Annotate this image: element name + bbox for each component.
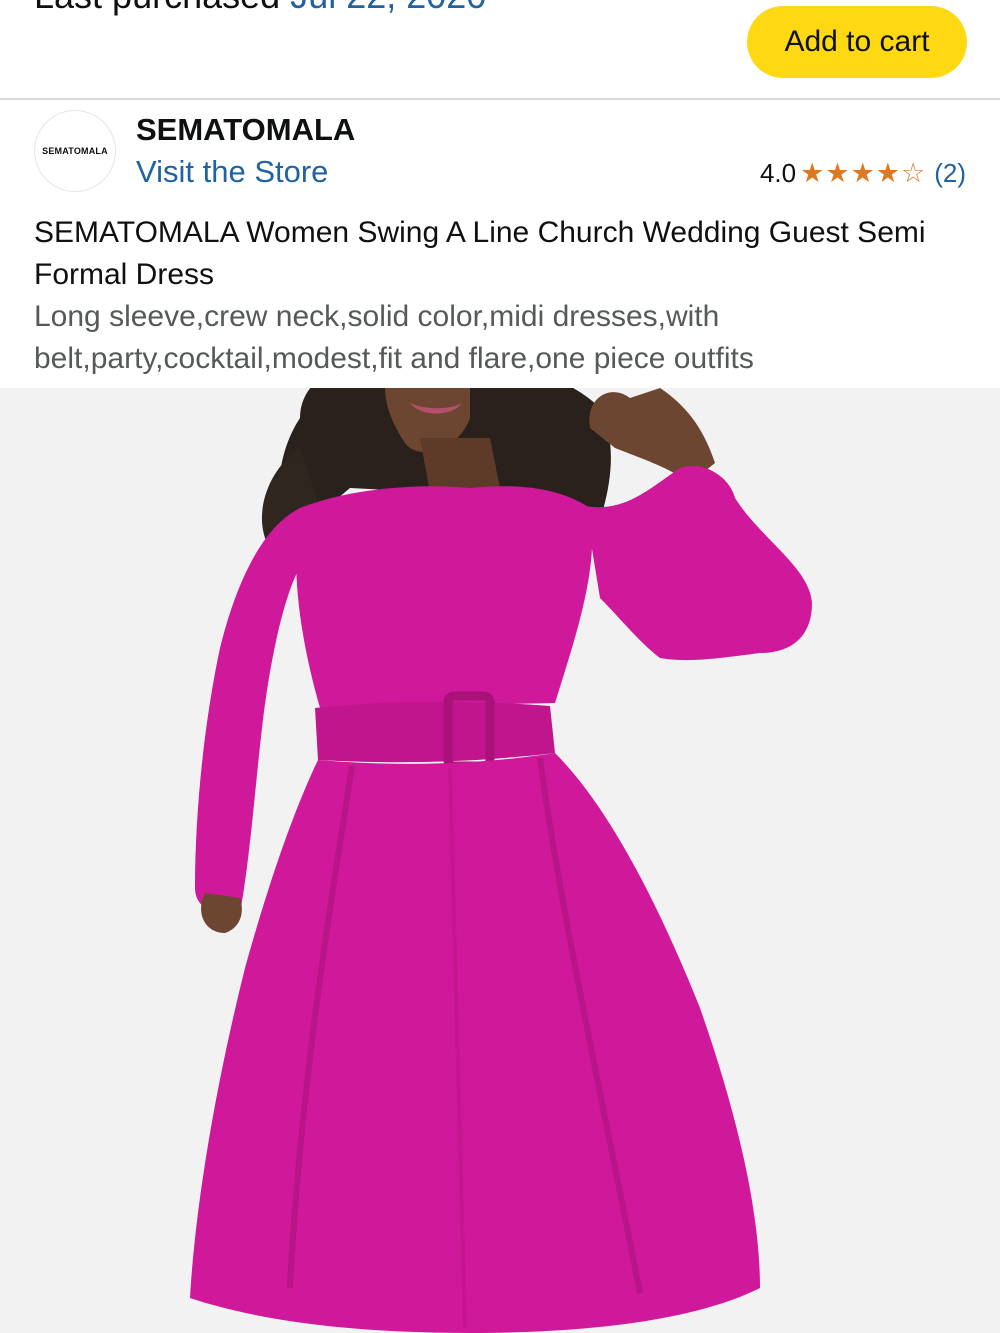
star-filled-icon: ★ <box>800 158 825 188</box>
divider <box>0 98 1000 100</box>
last-purchased-date[interactable]: Jul 22, 2020 <box>290 0 486 16</box>
store-logo[interactable]: SEMATOMALA <box>34 110 116 192</box>
product-title: SEMATOMALA Women Swing A Line Church Wed… <box>34 216 926 291</box>
dress-skirt <box>190 753 760 1333</box>
dress-sleeve-right <box>585 466 812 661</box>
star-filled-icon: ★ <box>875 158 900 188</box>
product-photo <box>190 388 812 1333</box>
star-filled-icon: ★ <box>850 158 875 188</box>
last-purchased-label: Last purchased <box>34 0 280 16</box>
star-filled-icon: ★ <box>825 158 850 188</box>
product-image[interactable] <box>0 388 1000 1333</box>
product-subtitle: Long sleeve,crew neck,solid color,midi d… <box>34 300 754 375</box>
add-to-cart-button[interactable]: Add to cart <box>747 6 967 78</box>
brand-name: SEMATOMALA <box>136 112 356 147</box>
star-empty-icon: ☆ <box>901 158 926 188</box>
neck <box>420 438 500 493</box>
dress-bodice <box>296 486 593 708</box>
hand-left <box>201 893 242 933</box>
last-purchased-text: Last purchased Jul 22, 2020 <box>34 0 486 14</box>
last-purchased-bar: Last purchased Jul 22, 2020 Add to cart <box>0 0 1000 100</box>
store-logo-text: SEMATOMALA <box>42 146 108 156</box>
rating-value: 4.0 <box>759 158 797 188</box>
rating-summary[interactable]: 4.0 ★ ★ ★ ★ ☆ (2) <box>760 158 966 189</box>
visit-store-link[interactable]: Visit the Store <box>136 154 328 190</box>
dress-belt <box>315 701 555 763</box>
rating-count-link[interactable]: (2) <box>934 158 966 189</box>
star-rating: ★ ★ ★ ★ ☆ <box>800 160 926 187</box>
